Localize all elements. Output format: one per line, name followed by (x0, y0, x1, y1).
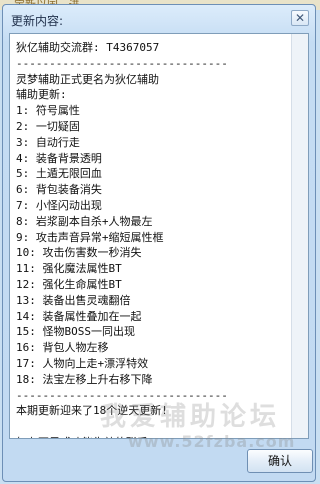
content-line: 本期更新迎来了18个逆天更新! (16, 404, 168, 418)
content-line: 12: 强化生命属性BT (16, 277, 122, 291)
content-line: 17: 人物向上走+漂浮特效 (16, 356, 149, 370)
content-line: 13: 装备出售灵魂翻倍 (16, 293, 131, 307)
content-line: 如有不足或功能失效的联系QQ1379833696 (16, 435, 290, 438)
content-line: 7: 小怪闪动出现 (16, 198, 102, 212)
dialog-title: 更新内容: (11, 14, 64, 28)
content-line: 8: 岩浆副本自杀+人物最左 (16, 214, 153, 228)
content-line: 16: 背包人物左移 (16, 341, 109, 355)
content-line: 2: 一切疑固 (16, 119, 80, 133)
content-line: 5: 土遁无限回血 (16, 167, 102, 181)
content-line: 11: 强化魔法属性BT (16, 262, 122, 276)
content-line (16, 419, 290, 435)
content-line: -------------------------------- (16, 56, 228, 70)
content-line: 6: 背包装备消失 (16, 183, 102, 197)
close-icon: ✕ (294, 11, 306, 25)
content-line: 灵梦辅助正式更名为狄亿辅助 (16, 72, 159, 86)
content-line: 10: 攻击伤害数一秒消失 (16, 246, 142, 260)
content-line: 3: 自动行走 (16, 135, 80, 149)
content-line: 14: 装备属性叠加在一起 (16, 309, 142, 323)
update-content-box: 狄亿辅助交流群: T4367057 -----------------------… (9, 33, 309, 451)
vertical-scrollbar[interactable] (291, 34, 308, 438)
content-line: 18: 法宝左移上升右移下降 (16, 372, 153, 386)
content-line: 9: 攻击声音异常+缩短属性框 (16, 230, 164, 244)
title-bar: 更新内容: ✕ (3, 5, 315, 31)
close-button[interactable]: ✕ (291, 10, 309, 26)
content-line: 辅助更新: (16, 88, 67, 102)
content-line: 15: 怪物BOSS一同出现 (16, 325, 135, 339)
content-line: 1: 符号属性 (16, 104, 80, 118)
content-line: -------------------------------- (16, 388, 228, 402)
confirm-button[interactable]: 确认 (247, 449, 313, 473)
update-dialog: 更新内容: ✕ 狄亿辅助交流群: T4367057 ---------------… (2, 4, 316, 482)
content-line: 4: 装备背景透明 (16, 151, 102, 165)
content-line: 狄亿辅助交流群: T4367057 (16, 41, 160, 54)
update-text-area[interactable]: 狄亿辅助交流群: T4367057 -----------------------… (10, 34, 290, 438)
